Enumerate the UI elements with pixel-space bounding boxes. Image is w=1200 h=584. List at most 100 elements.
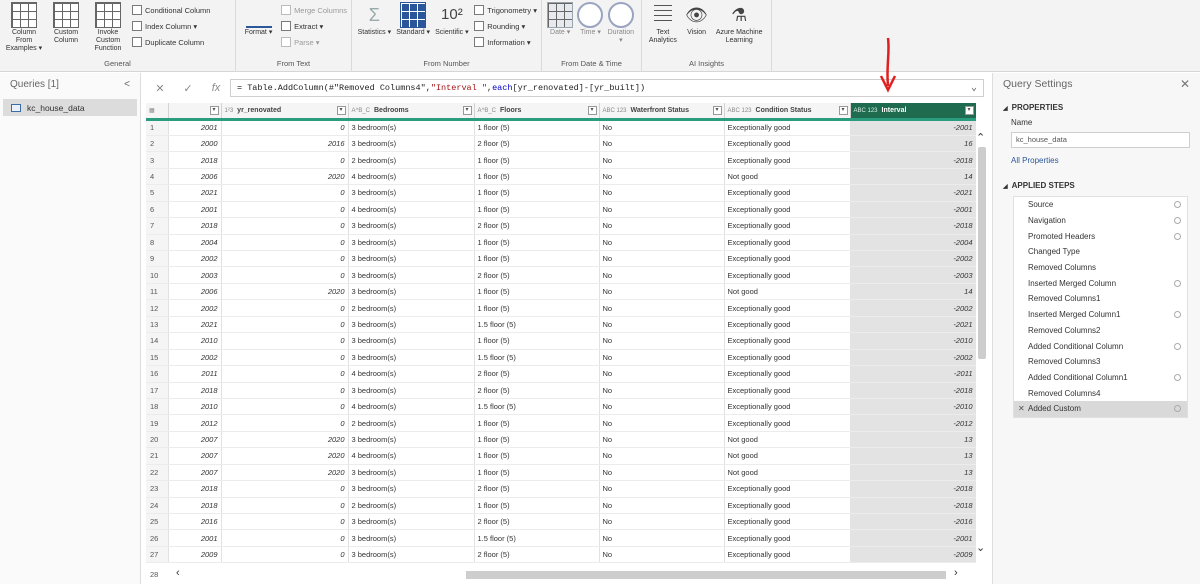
filter-dropdown-icon[interactable]: ▾ — [964, 106, 974, 115]
table-cell[interactable]: 3 bedroom(s) — [348, 217, 475, 235]
table-cell[interactable]: 13 — [850, 464, 976, 482]
table-cell[interactable]: 0 — [221, 365, 349, 383]
custom-column-button[interactable]: Custom Column — [46, 2, 86, 45]
filter-dropdown-icon[interactable]: ▾ — [712, 106, 722, 115]
table-cell[interactable]: 1 floor (5) — [474, 332, 600, 350]
horizontal-scrollbar[interactable]: ‹ › — [170, 567, 970, 581]
table-row[interactable]: 2 2000 2016 3 bedroom(s) 2 floor (5) No Except… — [146, 135, 976, 153]
table-cell[interactable]: 2 bedroom(s) — [348, 414, 475, 432]
row-index[interactable]: 17 — [146, 382, 169, 399]
table-cell[interactable]: 0 — [221, 316, 349, 334]
table-cell[interactable]: 1 floor (5) — [474, 464, 600, 482]
table-cell[interactable]: -2018 — [850, 217, 976, 235]
table-cell[interactable]: 2001 — [168, 119, 222, 136]
table-cell[interactable]: 2020 — [221, 447, 349, 465]
duplicate-column-button[interactable]: Duplicate Column — [132, 34, 210, 50]
table-cell[interactable]: 2018 — [168, 217, 222, 235]
table-cell[interactable]: No — [599, 168, 725, 186]
table-cell[interactable]: No — [599, 447, 725, 465]
table-cell[interactable]: Exceptionally good — [724, 201, 851, 219]
table-row[interactable]: 3 2018 0 2 bedroom(s) 1 floor (5) No Exception… — [146, 151, 976, 169]
table-cell[interactable]: Not good — [724, 168, 851, 186]
row-index[interactable]: 5 — [146, 184, 169, 202]
table-cell[interactable]: Not good — [724, 464, 851, 482]
table-cell[interactable]: Exceptionally good — [724, 529, 851, 547]
table-cell[interactable]: 3 bedroom(s) — [348, 464, 475, 482]
table-row[interactable]: 18 2010 0 4 bedroom(s) 1.5 floor (5) No Except… — [146, 398, 976, 416]
applied-step[interactable]: Removed Columns4 — [1014, 385, 1187, 401]
table-cell[interactable]: 4 bedroom(s) — [348, 447, 475, 465]
table-cell[interactable]: 0 — [221, 480, 349, 498]
applied-step[interactable]: Promoted Headers — [1014, 228, 1187, 244]
table-cell[interactable]: -2010 — [850, 398, 976, 416]
table-cell[interactable]: Exceptionally good — [724, 497, 851, 515]
table-row[interactable]: 27 2009 0 3 bedroom(s) 2 floor (5) No Exceptio… — [146, 546, 976, 564]
table-cell[interactable]: 3 bedroom(s) — [348, 529, 475, 547]
table-cell[interactable]: -2011 — [850, 365, 976, 383]
table-cell[interactable]: Exceptionally good — [724, 266, 851, 284]
applied-step[interactable]: Inserted Merged Column — [1014, 275, 1187, 291]
table-cell[interactable]: -2001 — [850, 201, 976, 219]
table-row[interactable]: 4 2006 2020 4 bedroom(s) 1 floor (5) No Not go… — [146, 168, 976, 186]
table-cell[interactable]: 0 — [221, 151, 349, 169]
table-cell[interactable]: 0 — [221, 332, 349, 350]
applied-step[interactable]: Removed Columns1 — [1014, 291, 1187, 307]
table-cell[interactable]: 2021 — [168, 316, 222, 334]
applied-step[interactable]: Navigation — [1014, 213, 1187, 229]
table-cell[interactable]: No — [599, 184, 725, 202]
table-cell[interactable]: 0 — [221, 250, 349, 268]
table-cell[interactable]: 1 floor (5) — [474, 414, 600, 432]
table-cell[interactable]: 1.5 floor (5) — [474, 398, 600, 416]
table-cell[interactable]: No — [599, 529, 725, 547]
table-cell[interactable]: 2000 — [168, 135, 222, 153]
table-cell[interactable]: Exceptionally good — [724, 151, 851, 169]
table-row[interactable]: 25 2016 0 3 bedroom(s) 2 floor (5) No Exceptio… — [146, 513, 976, 531]
table-cell[interactable]: 0 — [221, 201, 349, 219]
table-cell[interactable]: 0 — [221, 513, 349, 531]
table-cell[interactable]: No — [599, 217, 725, 235]
row-index[interactable]: 9 — [146, 250, 169, 268]
table-cell[interactable]: Exceptionally good — [724, 184, 851, 202]
table-cell[interactable]: -2018 — [850, 480, 976, 498]
vision-button[interactable]: 👁 Vision — [682, 2, 712, 37]
table-cell[interactable]: 2 floor (5) — [474, 382, 600, 399]
table-cell[interactable]: 1 floor (5) — [474, 168, 600, 186]
column-header-bedrooms[interactable]: A^B_C Bedrooms ▾ — [348, 103, 475, 121]
format-button[interactable]: Format ▾ — [240, 2, 277, 37]
table-cell[interactable]: 0 — [221, 119, 349, 136]
table-cell[interactable]: -2018 — [850, 151, 976, 169]
table-cell[interactable]: No — [599, 349, 725, 367]
table-cell[interactable]: 3 bedroom(s) — [348, 234, 475, 252]
applied-step[interactable]: Removed Columns3 — [1014, 354, 1187, 370]
table-cell[interactable]: 0 — [221, 414, 349, 432]
table-cell[interactable]: -2016 — [850, 513, 976, 531]
table-cell[interactable]: 2 floor (5) — [474, 546, 600, 564]
row-index[interactable]: 6 — [146, 201, 169, 219]
fx-icon[interactable]: fx — [202, 82, 230, 94]
row-index[interactable]: 23 — [146, 480, 169, 498]
table-cell[interactable]: 2002 — [168, 349, 222, 367]
row-index[interactable]: 3 — [146, 151, 169, 169]
table-cell[interactable]: 2010 — [168, 398, 222, 416]
row-index[interactable]: 11 — [146, 283, 169, 301]
table-cell[interactable]: 2018 — [168, 497, 222, 515]
gear-icon[interactable] — [1174, 373, 1181, 381]
table-cell[interactable]: No — [599, 398, 725, 416]
table-row[interactable]: 15 2002 0 3 bedroom(s) 1.5 floor (5) No Except… — [146, 349, 976, 367]
table-row[interactable]: 7 2018 0 3 bedroom(s) 2 floor (5) No Exception… — [146, 217, 976, 235]
row-index[interactable]: 13 — [146, 316, 169, 334]
table-cell[interactable]: No — [599, 283, 725, 301]
table-cell[interactable]: 3 bedroom(s) — [348, 332, 475, 350]
table-cell[interactable]: -2021 — [850, 184, 976, 202]
scroll-up-icon[interactable]: ⌃ — [976, 131, 985, 144]
table-cell[interactable]: 3 bedroom(s) — [348, 316, 475, 334]
table-cell[interactable]: 2018 — [168, 382, 222, 399]
table-cell[interactable]: No — [599, 497, 725, 515]
table-cell[interactable]: 2009 — [168, 546, 222, 564]
table-cell[interactable]: 4 bedroom(s) — [348, 201, 475, 219]
confirm-formula-button[interactable]: ✓ — [174, 82, 202, 95]
table-row[interactable]: 6 2001 0 4 bedroom(s) 1 floor (5) No Exception… — [146, 201, 976, 219]
close-icon[interactable]: ✕ — [1180, 77, 1190, 91]
table-cell[interactable]: 2 bedroom(s) — [348, 299, 475, 317]
delete-step-icon[interactable]: ✕ — [1018, 404, 1025, 413]
